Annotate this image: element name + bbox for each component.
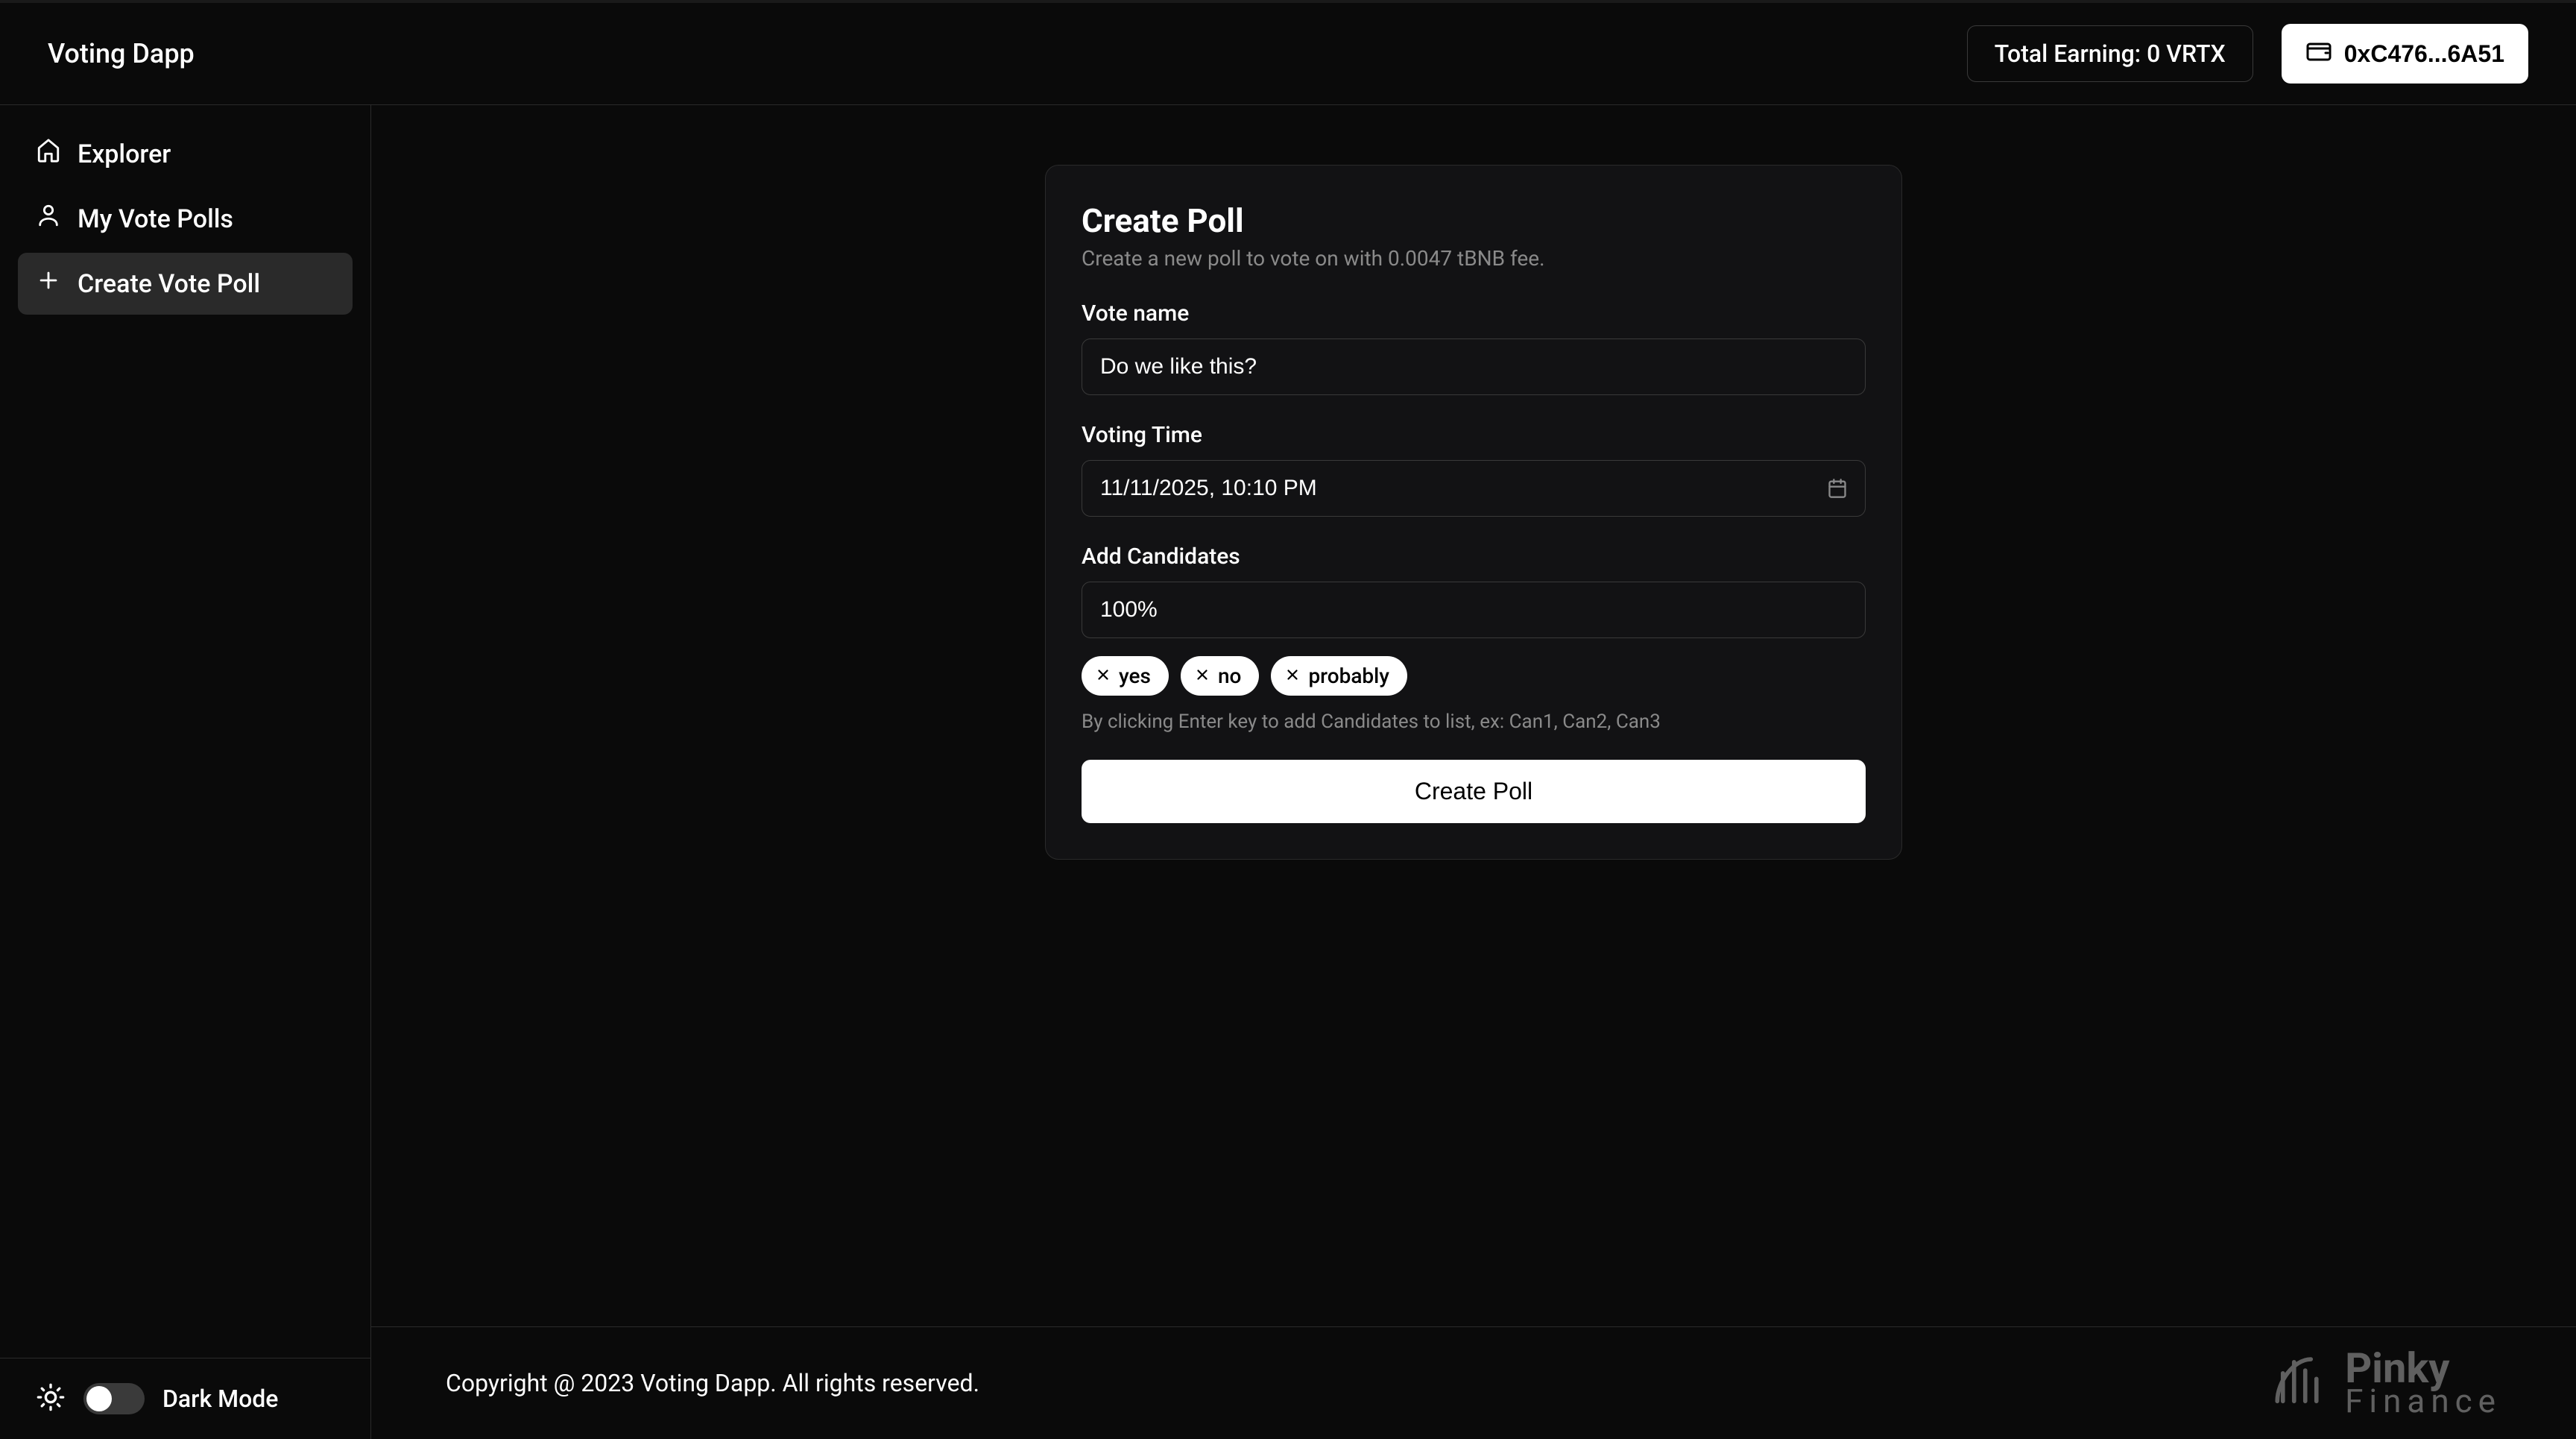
copyright-text: Copyright @ 2023 Voting Dapp. All rights… (446, 1369, 979, 1397)
candidates-chip-row: yes no (1082, 656, 1866, 696)
close-icon[interactable] (1284, 664, 1301, 688)
voting-time-group: Voting Time (1082, 422, 1866, 517)
sidebar-item-label: Explorer (78, 139, 171, 169)
app-title: Voting Dapp (48, 38, 195, 69)
footer: Copyright @ 2023 Voting Dapp. All rights… (371, 1326, 2576, 1439)
plus-icon (36, 268, 61, 300)
candidate-chip: probably (1271, 656, 1407, 696)
sidebar-item-label: My Vote Polls (78, 204, 233, 234)
candidates-label: Add Candidates (1082, 544, 1866, 570)
home-icon (36, 138, 61, 170)
brand-logo: Pinky Finance (2269, 1348, 2501, 1418)
candidates-input[interactable] (1082, 582, 1866, 638)
candidates-helper-text: By clicking Enter key to add Candidates … (1082, 711, 1866, 733)
sun-icon (36, 1382, 66, 1415)
body: Explorer My Vote Polls (0, 105, 2576, 1439)
wallet-icon (2305, 37, 2332, 70)
wallet-address: 0xC476...6A51 (2344, 40, 2504, 68)
close-icon[interactable] (1095, 664, 1111, 688)
sidebar-footer: Dark Mode (0, 1358, 370, 1439)
toggle-knob (86, 1386, 112, 1411)
card-title: Create Poll (1082, 201, 1866, 240)
wallet-button[interactable]: 0xC476...6A51 (2282, 24, 2528, 84)
candidate-chip-label: yes (1119, 664, 1151, 688)
vote-name-group: Vote name (1082, 300, 1866, 395)
voting-time-input[interactable] (1082, 460, 1866, 517)
candidate-chip-label: probably (1308, 664, 1389, 688)
content: Create Poll Create a new poll to vote on… (371, 105, 2576, 1326)
dark-mode-toggle[interactable] (83, 1383, 145, 1414)
dark-mode-label: Dark Mode (162, 1385, 278, 1413)
create-poll-button[interactable]: Create Poll (1082, 760, 1866, 823)
pinky-logo-icon (2269, 1348, 2336, 1418)
sidebar-item-explorer[interactable]: Explorer (18, 123, 353, 185)
candidate-chip: no (1181, 656, 1259, 696)
voting-time-label: Voting Time (1082, 422, 1866, 448)
candidate-chip: yes (1082, 656, 1169, 696)
create-poll-card: Create Poll Create a new poll to vote on… (1045, 165, 1902, 860)
nav: Explorer My Vote Polls (0, 105, 370, 336)
header: Voting Dapp Total Earning: 0 VRTX 0xC476… (0, 3, 2576, 105)
vote-name-input[interactable] (1082, 339, 1866, 395)
vote-name-label: Vote name (1082, 300, 1866, 327)
candidates-group: Add Candidates y (1082, 544, 1866, 733)
brand-sub: Finance (2345, 1387, 2501, 1417)
sidebar-item-label: Create Vote Poll (78, 269, 260, 299)
header-right: Total Earning: 0 VRTX 0xC476...6A51 (1967, 24, 2528, 84)
sidebar-item-my-vote-polls[interactable]: My Vote Polls (18, 188, 353, 250)
user-icon (36, 203, 61, 235)
total-earning-display: Total Earning: 0 VRTX (1967, 25, 2253, 82)
card-subtitle: Create a new poll to vote on with 0.0047… (1082, 246, 1866, 271)
sidebar-item-create-vote-poll[interactable]: Create Vote Poll (18, 253, 353, 315)
main: Create Poll Create a new poll to vote on… (371, 105, 2576, 1439)
sidebar: Explorer My Vote Polls (0, 105, 371, 1439)
candidate-chip-label: no (1218, 664, 1241, 688)
close-icon[interactable] (1194, 664, 1210, 688)
